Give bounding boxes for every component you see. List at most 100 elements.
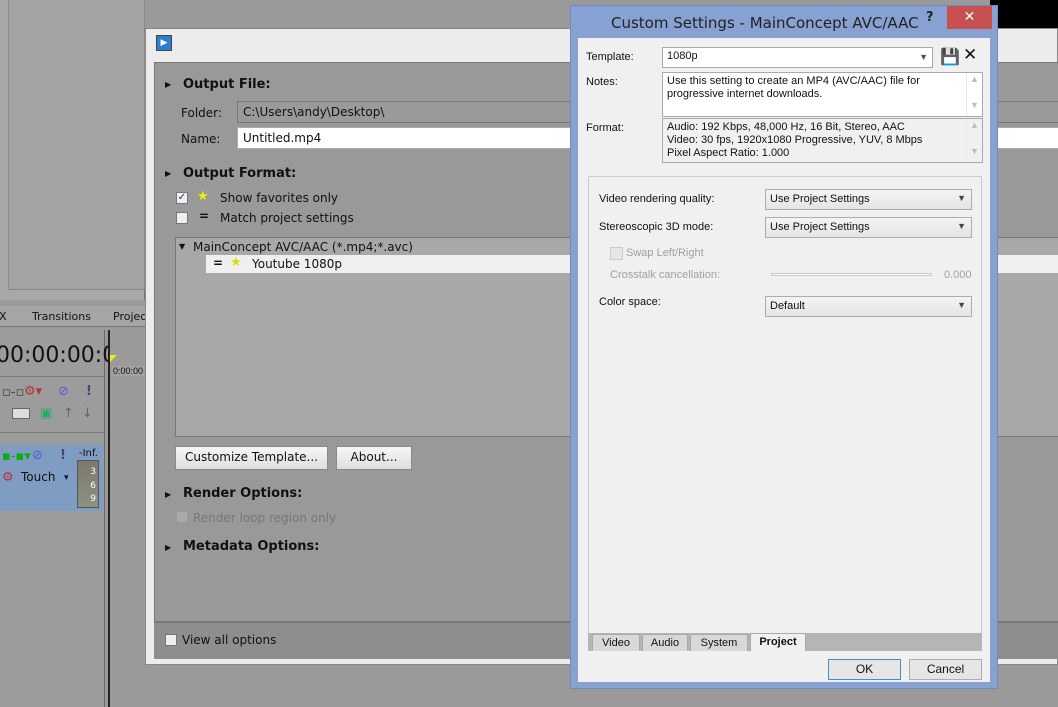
dialog-title: Custom Settings - MainConcept AVC/AAC (611, 14, 919, 32)
cancel-button[interactable]: Cancel (909, 659, 982, 680)
customize-template-button[interactable]: Customize Template... (175, 446, 328, 470)
render-options-heading: Render Options: (183, 486, 303, 501)
collapse-icon[interactable]: ▶ (165, 169, 171, 178)
stereo-3d-label: Stereoscopic 3D mode: (599, 221, 714, 233)
folder-label: Folder: (181, 106, 222, 120)
template-value: 1080p (667, 50, 698, 62)
desktop-area (990, 0, 1058, 28)
select-value: Use Project Settings (770, 221, 870, 233)
delete-icon[interactable]: ✕ (963, 45, 977, 65)
format-group[interactable]: MainConcept AVC/AAC (*.mp4;*.avc) (193, 240, 413, 254)
swap-left-right-checkbox[interactable] (610, 247, 623, 260)
mute-icon[interactable]: ⊘ (58, 385, 69, 398)
chevron-down-icon: ▼ (919, 52, 928, 62)
timeline[interactable] (108, 330, 148, 707)
settings-tabs: Video Audio System Project (588, 633, 982, 651)
chevron-down-icon: ▼ (957, 193, 966, 203)
dock-tabs: X Transitions Project (0, 306, 151, 327)
stereo-3d-select[interactable]: Use Project Settings ▼ (765, 217, 972, 238)
audio-meter: 3 6 9 (77, 460, 99, 508)
collapse-icon[interactable]: ▶ (165, 80, 171, 89)
ruler-time: 0:00:00 (112, 366, 145, 376)
render-loop-checkbox[interactable] (176, 511, 188, 523)
render-loop-label: Render loop region only (193, 511, 337, 525)
scrollbar[interactable]: ▲ ▼ (966, 119, 982, 162)
collapse-icon[interactable]: ▶ (165, 490, 171, 499)
scrollbar[interactable]: ▲ ▼ (966, 73, 982, 116)
arrow-down-icon[interactable]: ↓ (82, 407, 93, 420)
tab-fx[interactable]: X (0, 310, 7, 323)
format-label: Format: (586, 122, 624, 134)
tab-project[interactable]: Project (750, 633, 806, 651)
chevron-down-icon: ▼ (957, 300, 966, 310)
swap-left-right-label: Swap Left/Right (626, 247, 704, 259)
fader-icon[interactable]: ▪-▪▾ (2, 450, 31, 463)
volume-slider[interactable] (12, 408, 30, 419)
meter-tick: 6 (90, 481, 96, 491)
fader-icon[interactable]: ▫-▫ (2, 386, 24, 399)
mute-icon[interactable]: ⊘ (32, 449, 43, 462)
star-icon: ★ (230, 255, 242, 270)
expand-icon[interactable]: ▼ (179, 242, 185, 251)
view-all-label[interactable]: View all options (182, 633, 276, 647)
notes-label: Notes: (586, 76, 618, 88)
show-favorites-label[interactable]: Show favorites only (220, 191, 338, 205)
arrow-up-icon[interactable]: ↑ (63, 407, 74, 420)
crosstalk-value: 0.000 (944, 269, 972, 281)
app-icon: ▶ (156, 35, 172, 51)
name-label: Name: (181, 132, 221, 146)
chevron-down-icon: ▼ (957, 221, 966, 231)
about-button[interactable]: About... (336, 446, 412, 470)
format-line: Audio: 192 Kbps, 48,000 Hz, 16 Bit, Ster… (667, 121, 905, 133)
equals-icon: = (199, 209, 210, 223)
meter-tick: 3 (90, 467, 96, 477)
solo-icon[interactable]: ! (60, 449, 66, 462)
gear-icon[interactable]: ⚙▾ (24, 385, 42, 398)
close-button[interactable]: ✕ (947, 6, 992, 29)
tab-video[interactable]: Video (592, 634, 640, 651)
output-file-heading: Output File: (183, 77, 271, 92)
marker-icon (110, 355, 117, 362)
tab-audio[interactable]: Audio (642, 634, 688, 651)
preview-pane (0, 0, 145, 300)
crosstalk-label: Crosstalk cancellation: (610, 269, 721, 281)
project-settings-panel: Video rendering quality: Use Project Set… (588, 176, 982, 646)
match-project-label[interactable]: Match project settings (220, 211, 354, 225)
output-format-heading: Output Format: (183, 166, 297, 181)
template-label: Template: (586, 51, 634, 63)
select-value: Use Project Settings (770, 193, 870, 205)
equals-icon: = (213, 256, 224, 270)
show-favorites-checkbox[interactable]: ✓ (176, 192, 188, 204)
tab-transitions[interactable]: Transitions (32, 310, 91, 323)
compositing-icon[interactable]: ▣ (40, 407, 52, 420)
automation-mode[interactable]: Touch (21, 470, 55, 484)
meter-peak: -Inf. (79, 448, 98, 459)
preview-frame (8, 0, 145, 290)
template-name: Youtube 1080p (252, 257, 342, 271)
select-value: Default (770, 300, 805, 312)
match-project-checkbox[interactable] (176, 212, 188, 224)
gear-icon[interactable]: ⚙ (2, 471, 14, 484)
chevron-down-icon[interactable]: ▾ (64, 472, 69, 485)
ok-button[interactable]: OK (828, 659, 901, 680)
template-combo[interactable]: 1080p ▼ (662, 47, 933, 68)
help-button[interactable]: ? (926, 10, 934, 25)
video-quality-label: Video rendering quality: (599, 193, 715, 205)
collapse-icon[interactable]: ▶ (165, 543, 171, 552)
notes-field[interactable]: Use this setting to create an MP4 (AVC/A… (662, 72, 983, 117)
divider (0, 432, 105, 433)
dialog-body: Template: 1080p ▼ 💾 ✕ Notes: Use this se… (578, 38, 990, 682)
tab-system[interactable]: System (690, 634, 748, 651)
solo-icon[interactable]: ! (86, 385, 92, 398)
divider (0, 376, 105, 377)
color-space-select[interactable]: Default ▼ (765, 296, 972, 317)
format-line: Pixel Aspect Ratio: 1.000 (667, 147, 790, 159)
video-quality-select[interactable]: Use Project Settings ▼ (765, 189, 972, 210)
format-line: Video: 30 fps, 1920x1080 Progressive, YU… (667, 134, 923, 146)
save-icon[interactable]: 💾 (940, 47, 960, 66)
meter-tick: 9 (90, 494, 96, 504)
color-space-label: Color space: (599, 296, 661, 308)
view-all-checkbox[interactable] (165, 634, 177, 646)
notes-text: Use this setting to create an MP4 (AVC/A… (667, 75, 920, 100)
crosstalk-slider[interactable] (771, 273, 932, 276)
